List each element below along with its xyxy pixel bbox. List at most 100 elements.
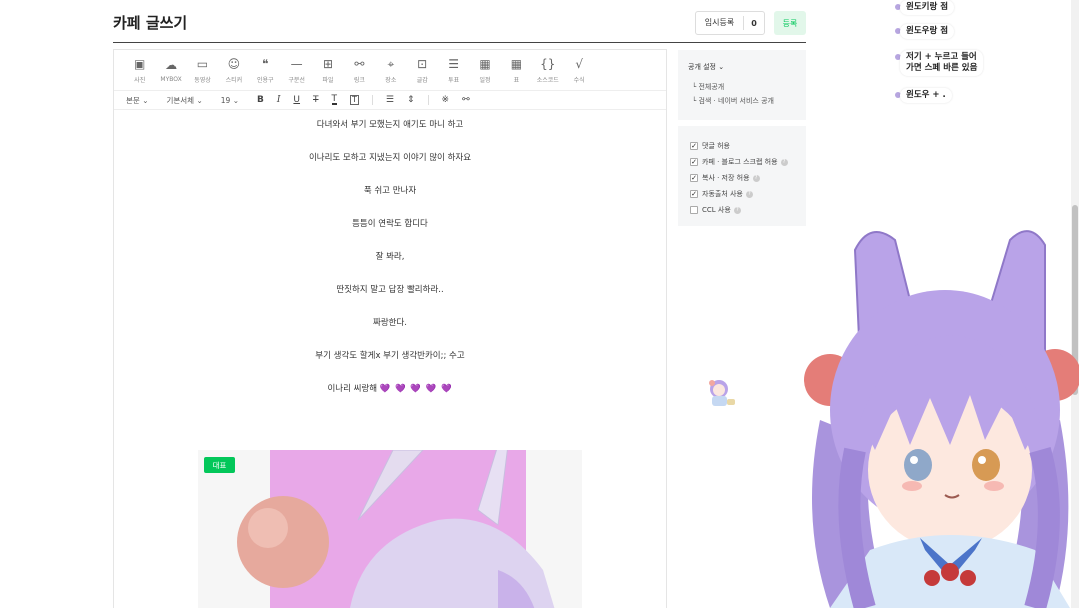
toolbar-label: 표	[513, 76, 520, 84]
toolbar-label: 장소	[385, 76, 397, 84]
help-icon[interactable]: ?	[745, 190, 753, 198]
toolbar-label: 글감	[416, 76, 428, 84]
cover-badge: 대표	[204, 457, 235, 473]
temp-save-label: 임시등록	[696, 16, 744, 30]
option-row[interactable]: ✓ 카페 · 블로그 스크랩 허용?	[690, 154, 794, 170]
paragraph-style-select[interactable]: 본문 ⌄	[126, 95, 148, 106]
option-label: CCL 사용	[702, 206, 731, 214]
option-label: 자동출처 사용	[702, 190, 743, 198]
toolbar-sticker-button[interactable]: ☺ 스티커	[218, 50, 249, 90]
toolbar-material-button[interactable]: ⊡ 글감	[407, 50, 438, 90]
toolbar-separator	[427, 95, 429, 105]
paragraph: 부기 생각도 할게x 부기 생각반카이;; 수고	[315, 351, 465, 361]
calendar-icon: ▦	[479, 56, 491, 71]
background-color-icon[interactable]: T	[350, 95, 359, 105]
bold-icon[interactable]: B	[257, 95, 264, 105]
line-height-icon[interactable]: ⇕	[407, 95, 415, 105]
quote-icon: ❝	[262, 56, 269, 71]
paragraph: 딴짓하지 말고 답장 빨리하라..	[336, 285, 444, 295]
paragraph: 푹 쉬고 만나자	[363, 186, 417, 196]
align-icon[interactable]: ☰	[386, 95, 394, 105]
option-row[interactable]: CCL 사용?	[690, 202, 794, 218]
toolbar-label: 인용구	[256, 76, 274, 84]
option-label: 댓글 허용	[702, 142, 730, 150]
font-size-select[interactable]: 19 ⌄	[221, 96, 239, 105]
font-select[interactable]: 기본서체 ⌄	[166, 95, 202, 106]
toolbar-code-button[interactable]: {} 소스코드	[532, 50, 563, 90]
chat-bubble: 저기 + 누르고 들어 가면 스페 바른 있음	[900, 50, 984, 76]
chat-bubble: 윈도우 + .	[900, 88, 952, 103]
toolbar-file-button[interactable]: ⊞ 파일	[312, 50, 343, 90]
toolbar-label: 소스코드	[536, 76, 559, 84]
help-icon[interactable]: ?	[780, 158, 788, 166]
publish-settings-title: 공개 설정	[688, 63, 716, 71]
option-checkbox[interactable]: ✓	[690, 190, 698, 198]
option-checkbox[interactable]: ✓	[690, 142, 698, 150]
paragraph: 다녀와서 부기 모했는지 애기도 마니 하고	[316, 120, 464, 130]
place-icon: ⌖	[387, 56, 395, 71]
paragraph-text: 이나리 씨랑해	[327, 384, 378, 394]
toolbar-calendar-button[interactable]: ▦ 일정	[469, 50, 500, 90]
special-char-icon[interactable]: ※	[442, 95, 450, 105]
toolbar-formula-button[interactable]: √ 수식	[563, 50, 594, 90]
post-options: ✓ 댓글 허용 ✓ 카페 · 블로그 스크랩 허용? ✓ 복사 · 저장 허용? ✓ 자동출처…	[678, 126, 806, 226]
option-checkbox[interactable]: ✓	[690, 174, 698, 182]
code-icon: {}	[540, 56, 556, 71]
help-icon[interactable]: ?	[752, 174, 760, 182]
toolbar-label: 스티커	[225, 76, 243, 84]
toolbar-label: 수식	[573, 76, 585, 84]
cover-image[interactable]: 대표	[198, 450, 582, 608]
page: 카페 글쓰기 임시등록 0 등록 ▣ 사진 ☁ MYBOX ▭ 동영상 ☺ 스티커 ❝ 인용구 — 구…	[0, 0, 1079, 608]
chat-bubble: 윈도키랑 점	[900, 0, 955, 15]
option-label: 카페 · 블로그 스크랩 허용	[702, 158, 778, 166]
paragraph-style-value: 본문	[126, 95, 140, 105]
divider-icon: —	[290, 56, 303, 71]
material-icon: ⊡	[417, 56, 428, 71]
toolbar-image-button[interactable]: ▣ 사진	[124, 50, 155, 90]
header-divider	[113, 42, 806, 43]
toolbar-place-button[interactable]: ⌖ 장소	[375, 50, 406, 90]
italic-icon[interactable]: I	[277, 95, 281, 105]
option-row[interactable]: ✓ 자동출처 사용?	[690, 186, 794, 202]
publish-option: └ 전체공개	[692, 83, 725, 91]
toolbar-label: 일정	[479, 76, 491, 84]
post-body[interactable]: 다녀와서 부기 모했는지 애기도 마니 하고 이나리도 모하고 지냈는지 이야기…	[114, 114, 666, 411]
publish-settings: 공개 설정 ⌄ └ 전체공개 └ 검색 · 네이버 서비스 공개	[678, 50, 806, 120]
cover-illustration	[237, 450, 555, 608]
font-value: 기본서체	[166, 95, 195, 105]
toolbar-divider-button[interactable]: — 구분선	[281, 50, 312, 90]
option-row[interactable]: ✓ 복사 · 저장 허용?	[690, 170, 794, 186]
toolbar-label: 파일	[322, 76, 334, 84]
strikethrough-icon[interactable]: T	[313, 95, 319, 105]
toolbar-quote-button[interactable]: ❝ 인용구	[250, 50, 281, 90]
cloud-icon: ☁	[165, 57, 178, 72]
toolbar-label: 사진	[134, 76, 146, 84]
toolbar-link-button[interactable]: ⚯ 링크	[344, 50, 375, 90]
option-checkbox[interactable]: ✓	[690, 158, 698, 166]
register-button[interactable]: 등록	[774, 11, 806, 35]
file-icon: ⊞	[323, 56, 334, 71]
toolbar-vote-button[interactable]: ☰ 투표	[438, 50, 469, 90]
option-checkbox[interactable]	[690, 206, 698, 214]
link-icon[interactable]: ⚯	[462, 95, 470, 105]
formula-icon: √	[575, 56, 583, 71]
table-icon: ▦	[510, 56, 523, 71]
publish-option-label: 검색 · 네이버 서비스 공개	[698, 97, 774, 105]
temp-save-button[interactable]: 임시등록 0	[695, 11, 765, 35]
image-icon: ▣	[134, 56, 146, 71]
toolbar-video-button[interactable]: ▭ 동영상	[187, 50, 218, 90]
toolbar-label: MYBOX	[160, 75, 182, 83]
mini-character-sticker	[703, 375, 739, 409]
chat-bubble: 윈도우랑 점	[900, 24, 955, 39]
underline-icon[interactable]: U	[293, 95, 300, 105]
publish-settings-toggle[interactable]: 공개 설정 ⌄	[688, 62, 796, 72]
option-row[interactable]: ✓ 댓글 허용	[690, 138, 794, 154]
link-icon: ⚯	[354, 56, 365, 71]
paragraph: 짜랑한다.	[373, 318, 407, 328]
font-color-icon[interactable]: T	[331, 95, 338, 105]
toolbar-cloud-button[interactable]: ☁ MYBOX	[155, 50, 186, 90]
toolbar-table-button[interactable]: ▦ 표	[501, 50, 532, 90]
editor: ▣ 사진 ☁ MYBOX ▭ 동영상 ☺ 스티커 ❝ 인용구 — 구분선 ⊞ 파일 ⚯ 링크 ⌖ 장소 ⊡ 글감 ☰ 투표…	[113, 49, 667, 608]
help-icon[interactable]: ?	[733, 206, 741, 214]
temp-save-count: 0	[751, 18, 757, 28]
